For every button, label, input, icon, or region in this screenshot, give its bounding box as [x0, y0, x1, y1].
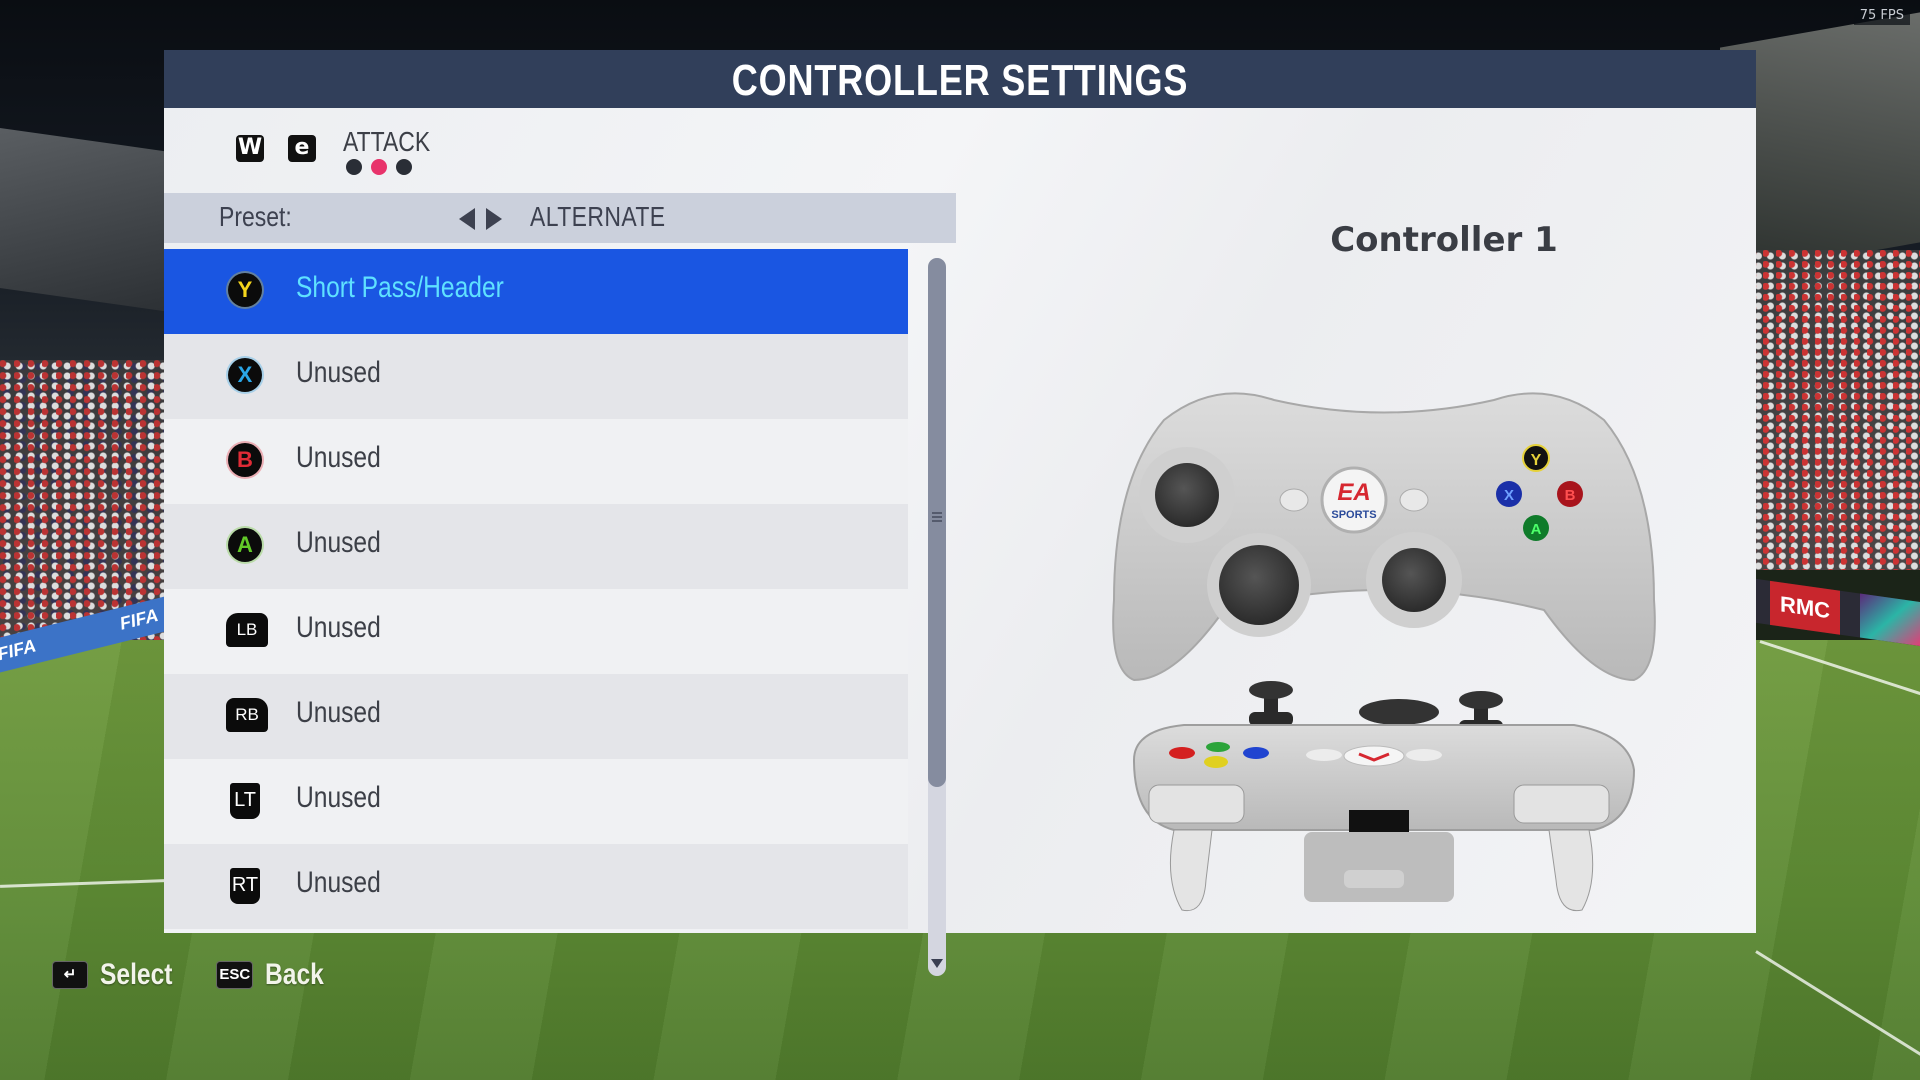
tab-dot [346, 159, 362, 175]
lt-button-icon: LT [230, 783, 260, 819]
page-title: CONTROLLER SETTINGS [731, 56, 1189, 105]
binding-row-lt[interactable]: LT Unused [164, 759, 908, 844]
list-scrollbar[interactable] [928, 258, 946, 976]
binding-action-label: Unused [296, 526, 381, 559]
a-button-icon: A [228, 528, 262, 562]
binding-action-label: Short Pass/Header [296, 271, 504, 304]
tab-dot [396, 159, 412, 175]
binding-row-x[interactable]: X Unused [164, 334, 908, 419]
ad-stripe [1860, 593, 1920, 646]
binding-action-label: Unused [296, 611, 381, 644]
scrollbar-thumb[interactable] [928, 258, 946, 787]
scroll-down-arrow-icon[interactable] [931, 959, 943, 968]
controller-front-view [1132, 681, 1636, 912]
current-tab-label: ATTACK [343, 126, 431, 157]
ad-text: FIFA [0, 635, 39, 665]
controller-top-view: EA SPORTS Y X B A [1112, 392, 1656, 682]
right-stick-icon [1382, 548, 1446, 612]
binding-row-rb[interactable]: RB Unused [164, 674, 908, 759]
ad-text: FIFA [117, 604, 161, 634]
svg-text:X: X [1504, 487, 1514, 504]
y-button-icon: Y [228, 273, 262, 307]
binding-action-label: Unused [296, 696, 381, 729]
binding-action-label: Unused [296, 356, 381, 389]
right-stick-side-icon [1459, 691, 1503, 709]
controller-title: Controller 1 [1330, 220, 1558, 260]
binding-row-rt[interactable]: RT Unused [164, 844, 908, 929]
next-tab-key[interactable]: e [288, 135, 316, 162]
svg-text:A: A [1531, 521, 1542, 538]
b-button-icon: B [228, 443, 262, 477]
ad-board-right: RMC [1750, 578, 1920, 646]
tab-dot-active [371, 159, 387, 175]
binding-row-a[interactable]: A Unused [164, 504, 908, 589]
esc-key-icon: ESC [216, 961, 254, 989]
ad-text: RMC [1770, 580, 1840, 635]
left-stick-side-icon [1249, 681, 1293, 699]
panel-header: CONTROLLER SETTINGS [164, 50, 1756, 108]
prev-tab-key[interactable]: W [236, 135, 264, 162]
rb-button-icon: RB [226, 698, 268, 732]
back-label: Back [265, 958, 325, 991]
stadium-roof-left [0, 128, 170, 312]
rt-button-icon: RT [230, 868, 260, 904]
back-button-icon [1279, 488, 1309, 512]
charging-port-icon [1349, 810, 1409, 832]
rt-trigger-icon [1548, 829, 1594, 912]
lb-button-icon: LB [226, 613, 268, 647]
lb-bumper-icon [1148, 784, 1245, 824]
dpad-side-icon [1359, 699, 1439, 725]
crowd-right [1750, 250, 1920, 570]
fps-counter: 75 FPS [1853, 6, 1910, 25]
lt-trigger-icon [1169, 829, 1213, 912]
preset-prev-arrow-icon[interactable] [459, 208, 475, 230]
binding-action-label: Unused [296, 866, 381, 899]
preset-value: ALTERNATE [530, 201, 666, 232]
controller-image: EA SPORTS Y X B A [1112, 392, 1656, 912]
binding-action-label: Unused [296, 441, 381, 474]
dpad-icon [1219, 545, 1299, 625]
x-button-icon: X [228, 358, 262, 392]
preset-selector[interactable]: Preset: ALTERNATE [164, 193, 956, 243]
grip-icon [932, 512, 942, 522]
binding-row-y[interactable]: Y Short Pass/Header [164, 249, 908, 334]
svg-text:Y: Y [1531, 452, 1542, 469]
button-binding-list: Y Short Pass/Header X Unused B Unused A Unused L… [164, 249, 908, 929]
start-button-icon [1399, 488, 1429, 512]
svg-text:SPORTS: SPORTS [1331, 509, 1376, 521]
enter-key-icon: ↵ [52, 961, 88, 989]
button-hints: ↵ Select ESC Back [52, 958, 337, 992]
preset-label: Preset: [219, 201, 292, 232]
binding-row-b[interactable]: B Unused [164, 419, 908, 504]
binding-row-lb[interactable]: LB Unused [164, 589, 908, 674]
svg-text:EA: EA [1337, 479, 1370, 506]
select-label: Select [100, 958, 173, 991]
select-hint[interactable]: ↵ Select [52, 958, 188, 992]
left-stick-icon [1155, 463, 1219, 527]
rb-bumper-icon [1513, 784, 1610, 824]
preset-next-arrow-icon[interactable] [486, 208, 502, 230]
back-hint[interactable]: ESC Back [216, 958, 337, 992]
battery-pack-icon [1304, 832, 1454, 902]
svg-text:B: B [1565, 487, 1576, 504]
binding-action-label: Unused [296, 781, 381, 814]
tab-page-indicator [346, 159, 412, 175]
controller-settings-panel: CONTROLLER SETTINGS W e ATTACK Preset: A… [164, 50, 1756, 976]
